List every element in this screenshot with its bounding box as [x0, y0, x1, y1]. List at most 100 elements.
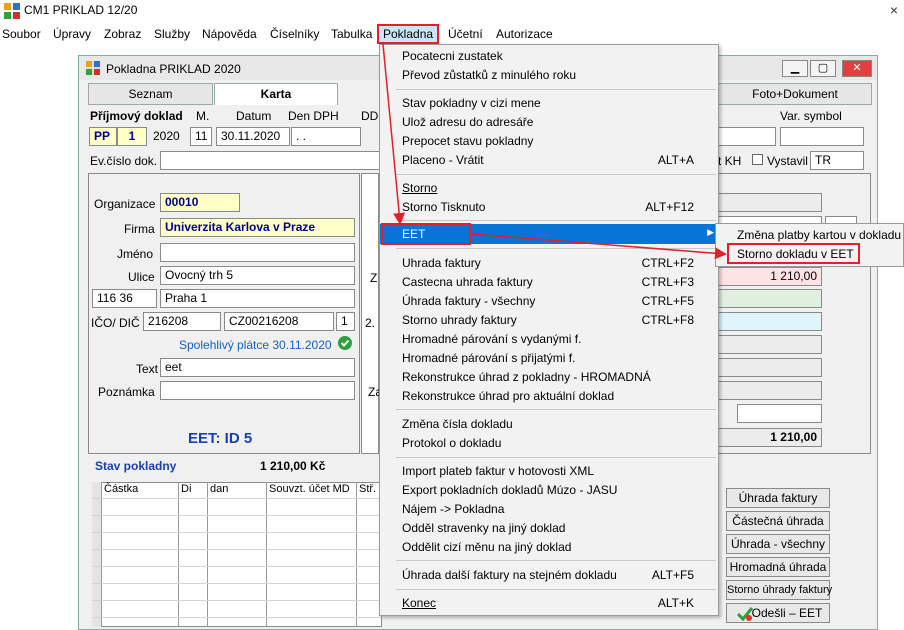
close-icon[interactable]: ✕ [842, 60, 872, 77]
hromadna-uhrada-button[interactable]: Hromadná úhrada [726, 557, 830, 577]
castecna-uhrada-button[interactable]: Částečná úhrada [726, 511, 830, 531]
jmeno-field[interactable] [160, 243, 355, 262]
vystavil-label: Vystavil [767, 154, 808, 168]
menu-item-oddel-stravenky[interactable]: Odděl stravenky na jiný doklad [402, 521, 565, 535]
right-field-cyan[interactable] [716, 312, 822, 331]
menu-pokladna[interactable]: Pokladna [383, 27, 433, 41]
menu-item-protokol[interactable]: Protokol o dokladu [402, 436, 501, 450]
menu-item-pocatecni-zustatek[interactable]: Pocatecni zustatek [402, 49, 503, 63]
menu-item-parovani-prijate[interactable]: Hromadné párování s přijatými f. [402, 351, 575, 365]
ico-field[interactable]: 216208 [143, 312, 221, 331]
menu-item-storno-tisknuto[interactable]: Storno Tisknuto [402, 200, 485, 214]
menu-item-storno-uhrady[interactable]: Storno uhrady faktury [402, 313, 517, 327]
menu-item-parovani-vydane[interactable]: Hromadné párování s vydanými f. [402, 332, 581, 346]
evcislo-label: Ev.číslo dok. [90, 154, 158, 168]
header-field-right-a[interactable] [716, 127, 776, 146]
odesli-eet-button[interactable]: Odešli – EET [726, 603, 830, 623]
tab-seznam[interactable]: Seznam [88, 83, 213, 105]
poznamka-field[interactable] [160, 381, 355, 400]
menu-item-eet[interactable]: EET [402, 227, 425, 241]
storno-uhrady-button[interactable]: Storno úhrady faktury [726, 580, 832, 600]
minimize-icon[interactable]: ▁ [782, 60, 808, 77]
uhrada-vsechny-button[interactable]: Úhrada - všechny [726, 534, 830, 554]
right-field-gray-3[interactable] [716, 381, 822, 400]
menu-item-rekonstrukce-doklad[interactable]: Rekonstrukce úhrad pro aktuální doklad [402, 389, 614, 403]
tab-karta[interactable]: Karta [214, 83, 338, 105]
entries-grid[interactable] [92, 482, 382, 627]
menu-item-uhrada-vsechny[interactable]: Úhrada faktury - všechny [402, 294, 535, 308]
grid-row-line [92, 549, 382, 550]
grid-row-line [92, 515, 382, 516]
menu-item-konec[interactable]: Konec [402, 596, 436, 610]
grid-header-dan[interactable]: dan [210, 483, 228, 495]
right-field-blank[interactable] [737, 404, 822, 423]
month-field[interactable]: 11 [190, 127, 212, 146]
psc-field[interactable]: 116 36 [92, 289, 157, 308]
menu-item-uhrada-dalsi[interactable]: Úhrada další faktury na stejném dokladu [402, 568, 617, 582]
menu-napoveda[interactable]: Nápověda [202, 27, 257, 41]
uhrada-faktury-button[interactable]: Úhrada faktury [726, 488, 830, 508]
menu-item-prepocet[interactable]: Prepocet stavu pokladny [402, 134, 533, 148]
menu-item-placeno-vratit[interactable]: Placeno - Vrátit [402, 153, 484, 167]
ico-suffix-field[interactable]: 1 [336, 312, 355, 331]
menu-upravy[interactable]: Úpravy [53, 27, 91, 41]
maximize-icon[interactable]: ▢ [810, 60, 836, 77]
doc-type-label: Příjmový doklad [90, 109, 183, 123]
shortcut-ctrl-f2: CTRL+F2 [641, 256, 694, 270]
vystavil-field[interactable]: TR [810, 151, 864, 170]
menu-item-import-xml[interactable]: Import plateb faktur v hotovosti XML [402, 464, 594, 478]
menu-item-prevod-zustatku[interactable]: Převod zůstatků z minulého roku [402, 68, 576, 82]
right-field-1[interactable] [716, 193, 822, 212]
mesto-field[interactable]: Praha 1 [160, 289, 355, 308]
text-field[interactable]: eet [160, 358, 355, 377]
menu-sluzby[interactable]: Služby [154, 27, 190, 41]
amount-field[interactable]: 1 210,00 [716, 267, 822, 286]
middle-label-z: Z [370, 271, 378, 285]
menu-item-uhrada-faktury[interactable]: Uhrada faktury [402, 256, 481, 270]
submenu-item-zmena-platby[interactable]: Změna platby kartou v dokladu [737, 228, 901, 242]
ulice-field[interactable]: Ovocný trh 5 [160, 266, 355, 285]
number-field[interactable]: 1 [117, 127, 147, 146]
grid-header-castka[interactable]: Částka [104, 483, 138, 495]
menu-ciselniky[interactable]: Číselníky [270, 27, 319, 41]
storno-eet-annotation-box [727, 243, 860, 264]
dph-date-field[interactable]: . . [291, 127, 361, 146]
middle-panel [361, 173, 379, 454]
menu-item-stav-cizi-mene[interactable]: Stav pokladny v cizi mene [402, 96, 541, 110]
right-field-gray-1[interactable] [716, 335, 822, 354]
menu-item-castecna-uhrada[interactable]: Castecna uhrada faktury [402, 275, 533, 289]
tab-foto-dokument[interactable]: Foto+Dokument [718, 83, 872, 105]
right-field-gray-2[interactable] [716, 358, 822, 377]
menu-item-uloz-adresu[interactable]: Ulož adresu do adresáře [402, 115, 533, 129]
dic-field[interactable]: CZ00216208 [224, 312, 334, 331]
menu-autorizace[interactable]: Autorizace [496, 27, 553, 41]
menu-item-oddelit-menu[interactable]: Oddělit cizí měnu na jiný doklad [402, 540, 571, 554]
menu-zobraz[interactable]: Zobraz [104, 27, 141, 41]
menu-separator [396, 89, 716, 90]
menu-tabulka[interactable]: Tabulka [331, 27, 372, 41]
kh-checkbox[interactable] [752, 154, 763, 165]
menu-soubor[interactable]: Soubor [2, 27, 41, 41]
eet-annotation-box [381, 223, 471, 245]
grid-header-di[interactable]: Di [181, 483, 191, 495]
year-value: 2020 [153, 129, 180, 143]
app-close-icon[interactable]: × [890, 2, 898, 18]
date-field[interactable]: 30.11.2020 [216, 127, 290, 146]
series-field[interactable]: PP [89, 127, 117, 146]
grid-header-str[interactable]: Stř. [359, 483, 376, 495]
menu-item-najem-pokladna[interactable]: Nájem -> Pokladna [402, 502, 504, 516]
menu-item-export-muzo[interactable]: Export pokladních dokladů Múzo - JASU [402, 483, 617, 497]
menu-ucetni[interactable]: Účetní [448, 27, 483, 41]
month-label: M. [196, 109, 210, 123]
evcislo-field[interactable] [160, 151, 385, 170]
menu-item-rekonstrukce-hromadna[interactable]: Rekonstrukce úhrad z pokladny - HROMADNÁ [402, 370, 651, 384]
organizace-field[interactable]: 00010 [160, 193, 240, 212]
total-field[interactable]: 1 210,00 [716, 428, 822, 447]
menu-item-zmena-cisla[interactable]: Změna čísla dokladu [402, 417, 513, 431]
right-field-green[interactable] [716, 289, 822, 308]
var-symbol-field[interactable] [780, 127, 864, 146]
menu-item-storno[interactable]: Storno [402, 181, 437, 195]
grid-header-souvzt[interactable]: Souvzt. účet MD [269, 483, 350, 495]
date-label: Datum [236, 109, 272, 123]
firma-field[interactable]: Univerzita Karlova v Praze [160, 218, 355, 237]
